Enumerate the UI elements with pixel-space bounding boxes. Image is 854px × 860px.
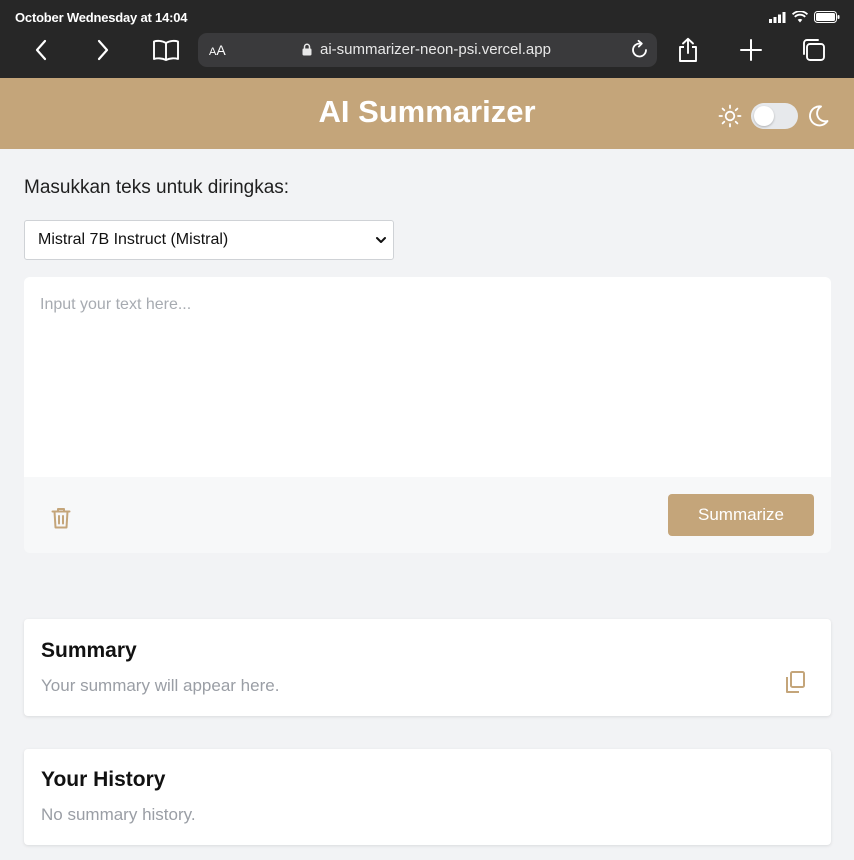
tabs-icon <box>803 39 825 61</box>
share-button[interactable] <box>674 36 702 64</box>
forward-icon <box>97 39 109 61</box>
signal-icon <box>769 11 786 23</box>
copy-icon[interactable] <box>784 670 806 694</box>
summary-text: Your summary will appear here. <box>41 676 280 695</box>
address-bar[interactable]: AA ai-summarizer-neon-psi.vercel.app <box>198 33 657 67</box>
summarize-button[interactable]: Summarize <box>668 494 814 536</box>
back-icon <box>35 39 47 61</box>
sun-icon <box>718 104 742 128</box>
tabs-button[interactable] <box>800 36 828 64</box>
bookmarks-button[interactable] <box>150 36 182 64</box>
text-input[interactable] <box>24 277 831 477</box>
input-card: Summarize <box>24 277 831 553</box>
trash-icon[interactable] <box>50 506 72 530</box>
forward-button[interactable] <box>89 36 117 64</box>
status-icons <box>769 11 840 23</box>
text-size-button[interactable]: AA <box>209 42 226 58</box>
summary-card: Summary Your summary will appear here. <box>24 619 831 716</box>
history-card: Your History No summary history. <box>24 749 831 845</box>
chevron-down-icon <box>376 237 386 243</box>
summary-title: Summary <box>41 639 137 662</box>
browser-toolbar: October Wednesday at 14:04 AA ai-summari… <box>0 0 854 78</box>
new-tab-button[interactable] <box>737 36 765 64</box>
reload-icon[interactable] <box>629 39 651 61</box>
status-time: October Wednesday at 14:04 <box>15 10 188 25</box>
share-icon <box>679 37 697 62</box>
toggle-knob <box>754 106 774 126</box>
new-tab-icon <box>740 39 762 61</box>
battery-icon <box>814 11 840 23</box>
prompt-label: Masukkan teks untuk diringkas: <box>24 177 290 198</box>
history-empty-text: No summary history. <box>41 805 196 824</box>
url-text: ai-summarizer-neon-psi.vercel.app <box>320 41 551 58</box>
back-button[interactable] <box>27 36 55 64</box>
model-select-value: Mistral 7B Instruct (Mistral) <box>38 231 229 248</box>
moon-icon <box>809 105 829 127</box>
model-select[interactable]: Mistral 7B Instruct (Mistral) <box>24 220 394 260</box>
history-title: Your History <box>41 768 166 791</box>
theme-toggle[interactable] <box>751 103 798 129</box>
bookmarks-icon <box>153 39 179 61</box>
wifi-icon <box>792 11 808 23</box>
lock-icon <box>302 43 312 56</box>
